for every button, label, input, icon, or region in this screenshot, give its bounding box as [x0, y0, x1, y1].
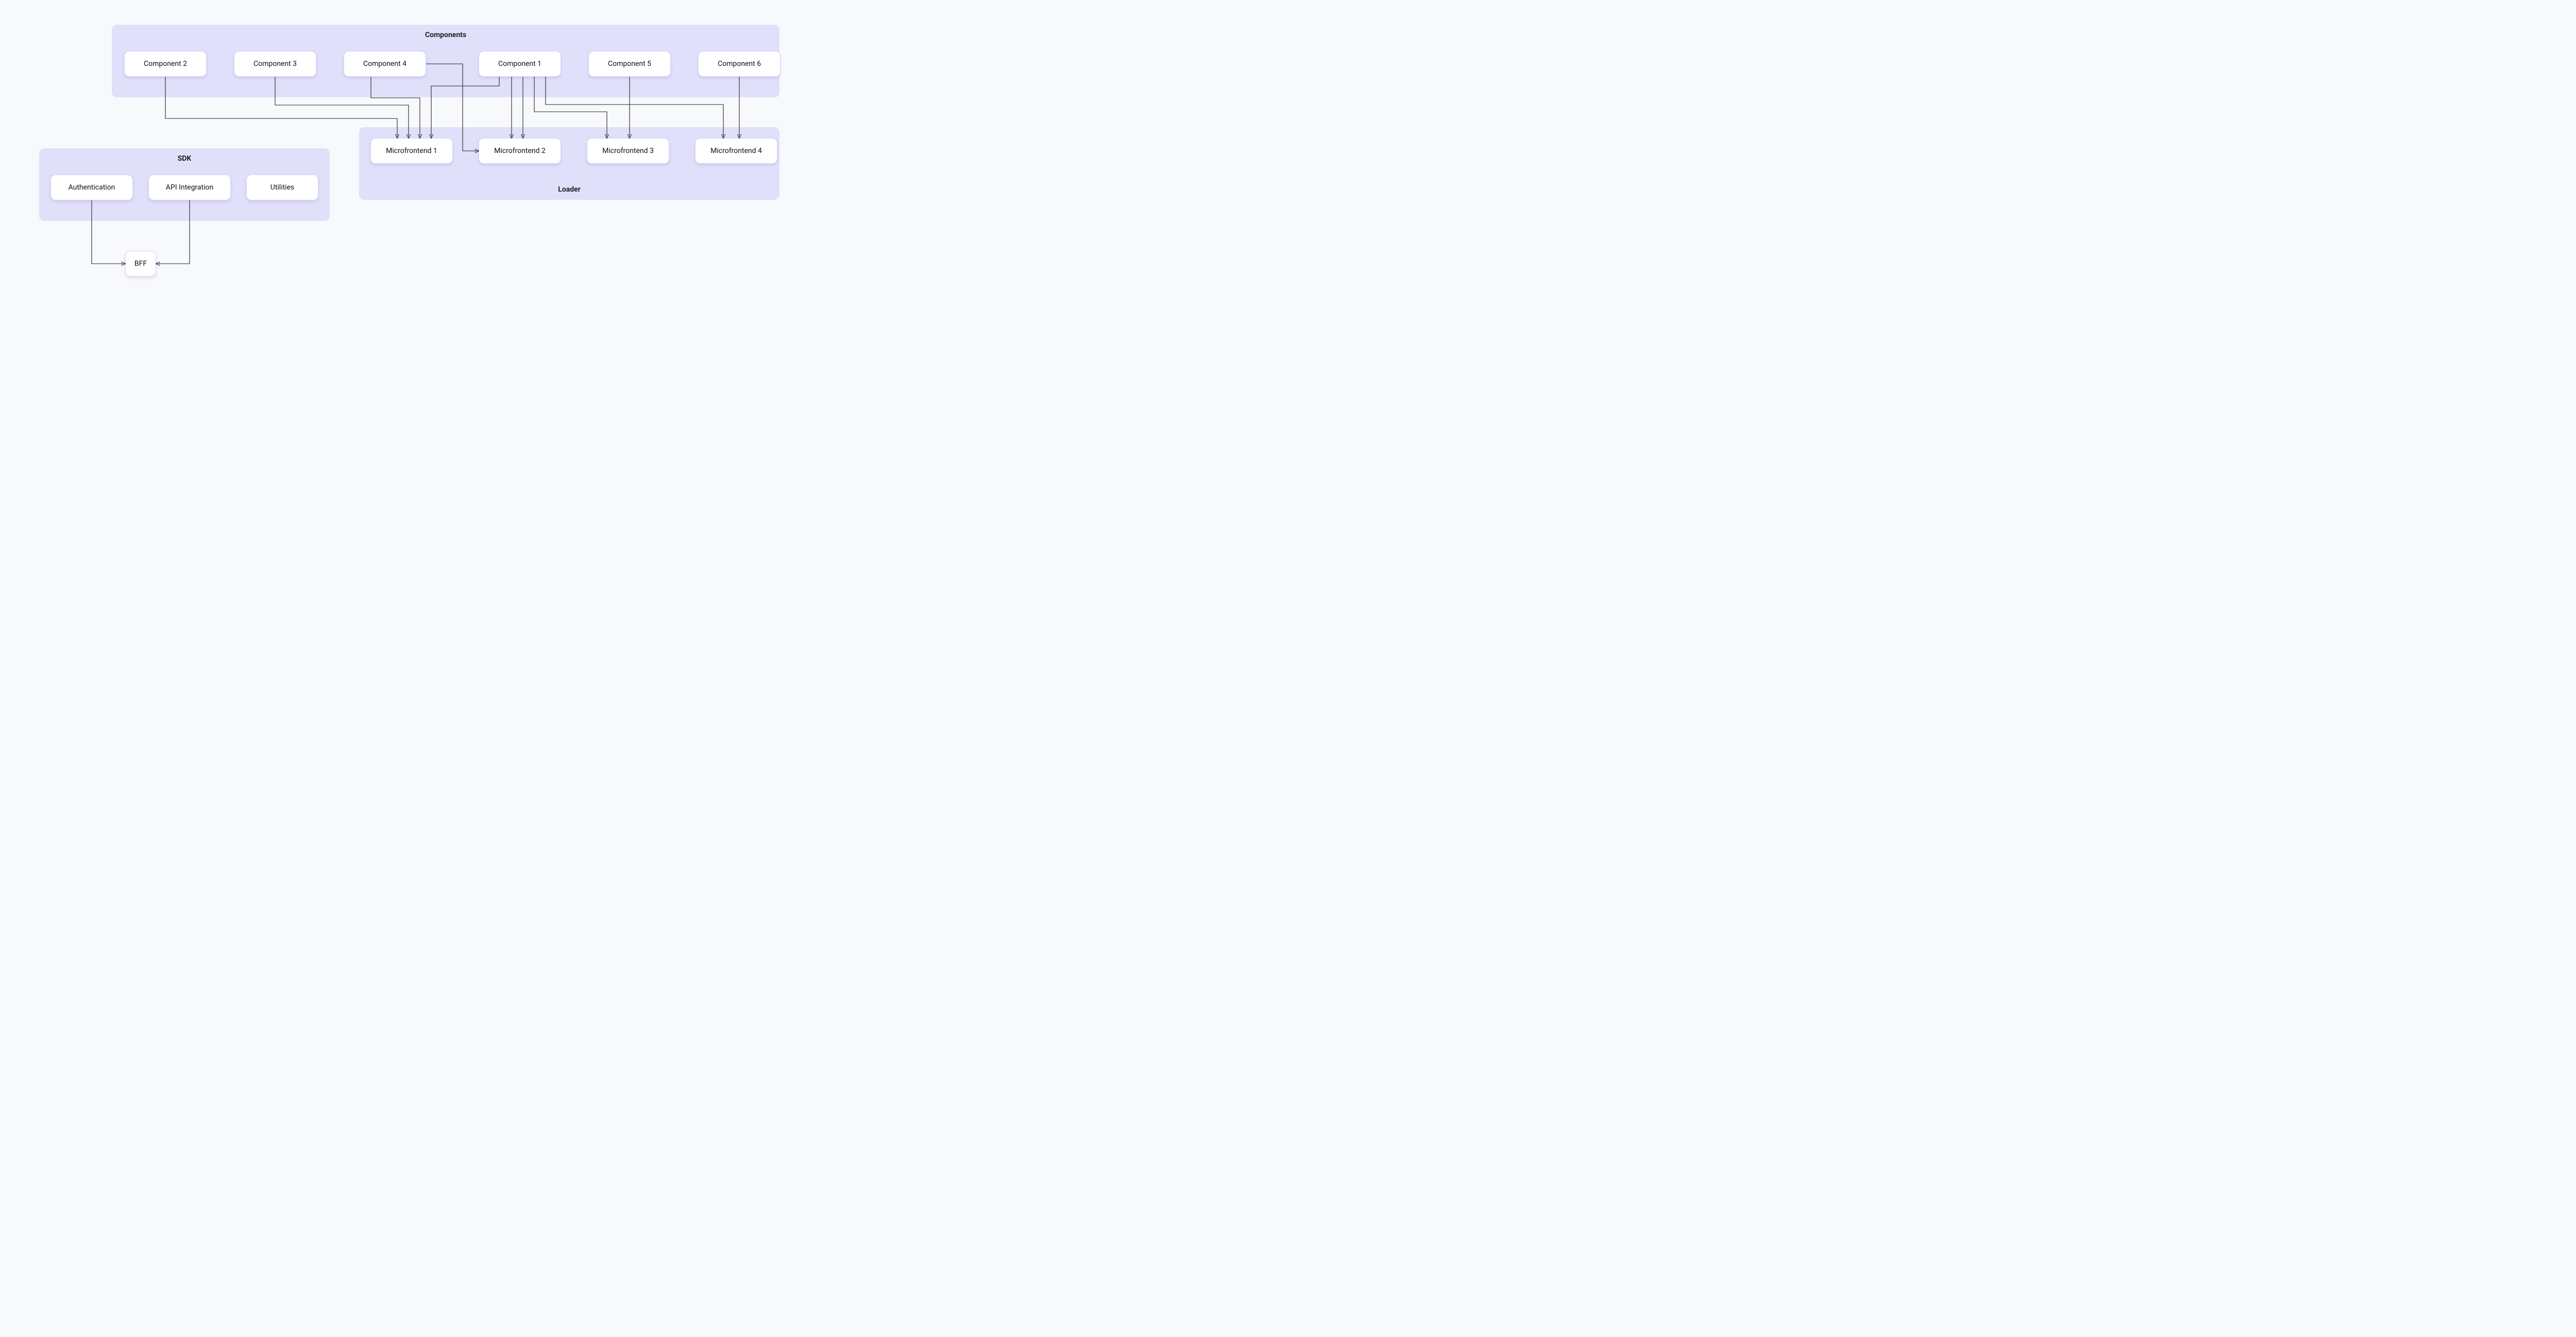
group-components: Components [112, 25, 779, 97]
node-component-2: Component 2 [124, 51, 207, 77]
node-component-5: Component 5 [588, 51, 671, 77]
node-component-1: Component 1 [479, 51, 561, 77]
group-sdk-title: SDK [39, 155, 330, 163]
node-microfrontend-1: Microfrontend 1 [370, 138, 453, 164]
node-microfrontend-4: Microfrontend 4 [695, 138, 777, 164]
group-loader-title: Loader [359, 185, 779, 194]
node-microfrontend-3: Microfrontend 3 [587, 138, 669, 164]
node-component-3: Component 3 [234, 51, 316, 77]
node-authentication: Authentication [50, 175, 133, 200]
node-utilities: Utilities [246, 175, 318, 200]
node-component-4: Component 4 [344, 51, 426, 77]
node-microfrontend-2: Microfrontend 2 [479, 138, 561, 164]
node-component-6: Component 6 [698, 51, 781, 77]
node-bff: BFF [125, 251, 156, 277]
group-components-title: Components [112, 31, 779, 39]
node-api-integration: API Integration [148, 175, 231, 200]
